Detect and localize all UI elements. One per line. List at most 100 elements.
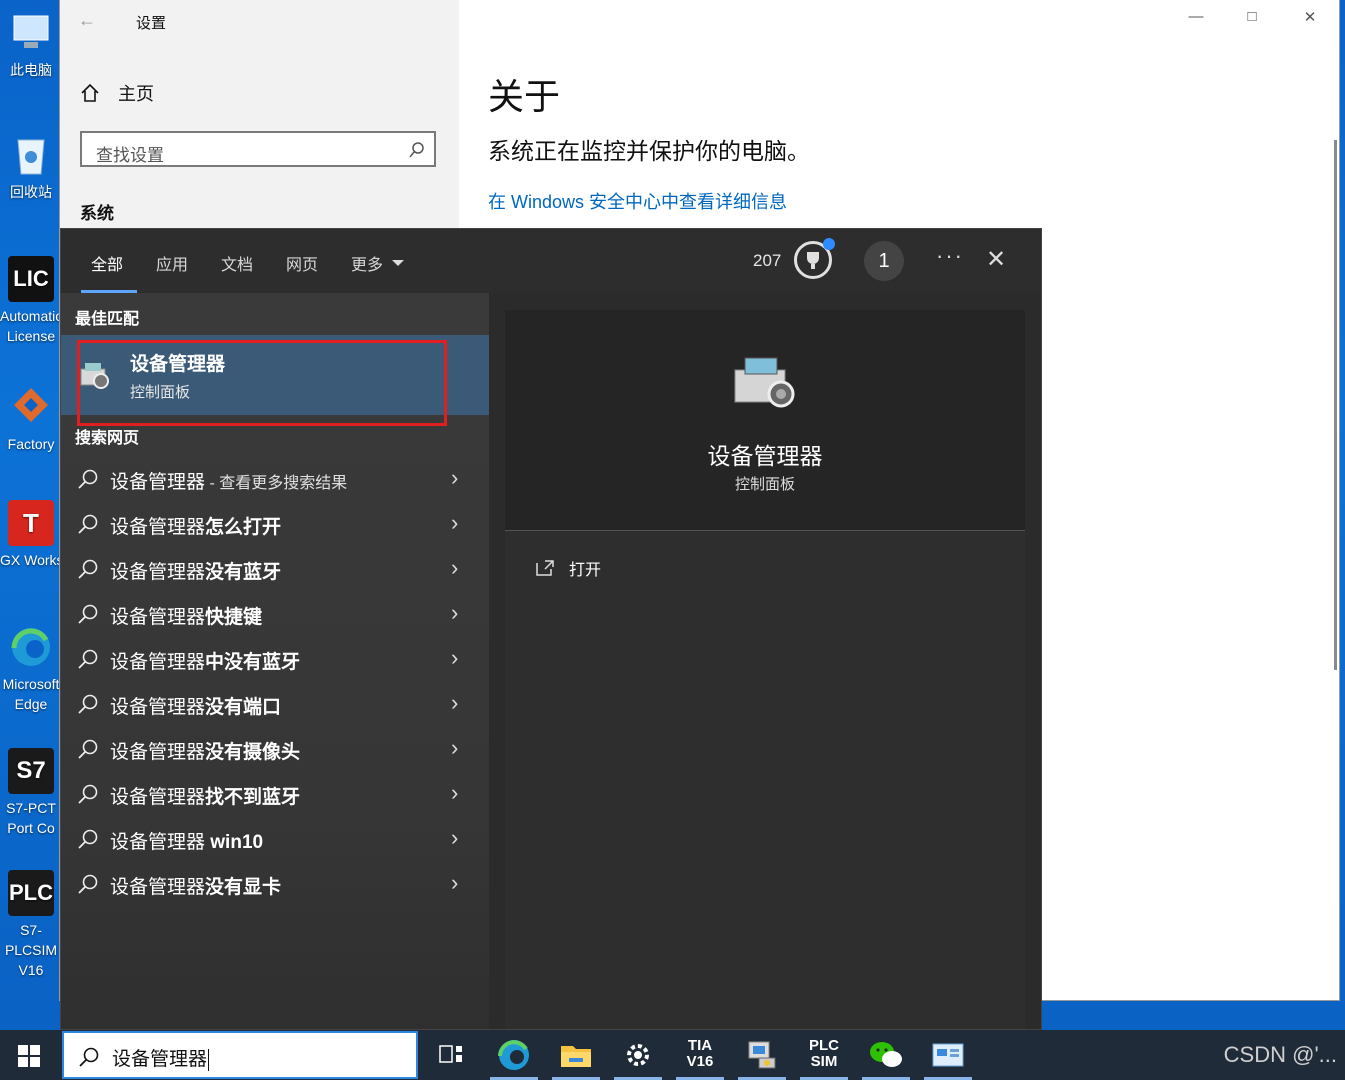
- close-icon[interactable]: ✕: [986, 245, 1006, 274]
- desktop-icon-recycle-bin[interactable]: 回收站: [0, 132, 62, 202]
- chevron-right-icon[interactable]: ›: [451, 780, 458, 806]
- file-explorer-icon[interactable]: [552, 1034, 600, 1080]
- chevron-right-icon[interactable]: ›: [451, 825, 458, 851]
- more-options-icon[interactable]: ···: [936, 243, 964, 269]
- edge-taskbar-icon[interactable]: [490, 1034, 538, 1080]
- tab-web[interactable]: 网页: [286, 251, 318, 275]
- search-icon: [79, 1047, 99, 1067]
- back-arrow-icon[interactable]: ←: [78, 10, 100, 32]
- security-center-link[interactable]: 在 Windows 安全中心中查看详细信息: [488, 188, 787, 214]
- tia-portal-icon[interactable]: TIA V16: [676, 1034, 724, 1080]
- web-result-item[interactable]: 设备管理器快捷键 ›: [61, 592, 489, 637]
- chevron-right-icon[interactable]: ›: [451, 735, 458, 761]
- desktop-icon-s7-pct[interactable]: S7 S7-PCT Port Co: [0, 748, 62, 838]
- search-icon: [409, 142, 424, 158]
- search-icon: [78, 874, 98, 894]
- windows-start-icon[interactable]: [18, 1045, 40, 1067]
- web-result-item[interactable]: 设备管理器 - 查看更多搜索结果 ›: [61, 457, 489, 502]
- desktop-icon-this-pc[interactable]: 此电脑: [0, 10, 62, 80]
- red-highlight-annotation: [77, 340, 447, 426]
- web-result-text: 设备管理器找不到蓝牙: [110, 782, 300, 809]
- web-result-prefix: 设备管理器: [110, 877, 206, 898]
- preview-category: 控制面板: [734, 476, 795, 493]
- web-result-item[interactable]: 设备管理器没有显卡 ›: [61, 862, 489, 907]
- find-setting-input[interactable]: 查找设置: [80, 131, 436, 167]
- web-result-text: 设备管理器怎么打开: [110, 512, 281, 539]
- this-pc-icon: [8, 10, 54, 56]
- taskbar: 设备管理器 TIA V16 PLC SIM CSDN @'...: [0, 1030, 1345, 1080]
- web-result-item[interactable]: 设备管理器 win10 ›: [61, 817, 489, 862]
- close-window-icon[interactable]: ✕: [1290, 8, 1330, 32]
- chevron-right-icon[interactable]: ›: [451, 690, 458, 716]
- web-result-suffix: 没有蓝牙: [205, 562, 282, 583]
- open-action[interactable]: 打开: [535, 556, 601, 580]
- rewards-points: 207: [753, 251, 782, 270]
- minimize-icon[interactable]: —: [1176, 8, 1216, 32]
- web-result-item[interactable]: 设备管理器没有端口 ›: [61, 682, 489, 727]
- settings-icon[interactable]: [614, 1034, 662, 1080]
- wechat-icon[interactable]: [862, 1034, 910, 1080]
- maximize-icon[interactable]: □: [1232, 8, 1272, 32]
- search-query-text: 设备管理器: [112, 1049, 208, 1070]
- control-panel-icon[interactable]: [924, 1034, 972, 1080]
- tab-more[interactable]: 更多: [351, 251, 405, 275]
- web-result-suffix: win10: [210, 832, 264, 853]
- tab-documents[interactable]: 文档: [221, 251, 253, 275]
- web-result-suffix: 怎么打开: [205, 517, 282, 538]
- web-result-text: 设备管理器没有蓝牙: [110, 557, 281, 584]
- tab-all[interactable]: 全部: [91, 251, 123, 275]
- tab-apps[interactable]: 应用: [156, 251, 188, 275]
- notification-dot: [823, 238, 835, 250]
- nav-section-system: 系统: [80, 204, 114, 223]
- settings-nav-pane: [60, 0, 459, 230]
- web-result-text: 设备管理器中没有蓝牙: [110, 647, 300, 674]
- chevron-right-icon[interactable]: ›: [451, 465, 458, 491]
- page-title: 关于: [488, 76, 561, 117]
- task-view-icon[interactable]: [428, 1034, 476, 1076]
- web-result-text: 设备管理器没有端口: [110, 692, 281, 719]
- web-result-text: 设备管理器没有摄像头: [110, 737, 300, 764]
- open-action-label: 打开: [569, 562, 602, 579]
- web-result-prefix: 设备管理器: [110, 697, 206, 718]
- taskbar-search-query: 设备管理器: [112, 1044, 210, 1071]
- device-manager-taskbar-icon[interactable]: [738, 1034, 786, 1080]
- rewards-trophy-icon[interactable]: [794, 238, 835, 279]
- best-match-heading: 最佳匹配: [75, 311, 140, 328]
- desktop-icon-automation-license[interactable]: LIC Automation License: [0, 256, 62, 346]
- search-icon: [78, 559, 98, 579]
- nav-home-label: 主页: [118, 84, 154, 104]
- web-result-prefix: 设备管理器: [110, 562, 206, 583]
- web-result-item[interactable]: 设备管理器中没有蓝牙 ›: [61, 637, 489, 682]
- desktop-icon-factory[interactable]: Factory: [0, 384, 62, 454]
- web-result-item[interactable]: 设备管理器没有蓝牙 ›: [61, 547, 489, 592]
- web-result-prefix: 设备管理器: [110, 472, 206, 493]
- taskbar-search-input[interactable]: 设备管理器: [62, 1031, 418, 1079]
- web-result-item[interactable]: 设备管理器找不到蓝牙 ›: [61, 772, 489, 817]
- chevron-right-icon[interactable]: ›: [451, 600, 458, 626]
- web-result-text: 设备管理器快捷键: [110, 602, 262, 629]
- web-result-item[interactable]: 设备管理器没有摄像头 ›: [61, 727, 489, 772]
- desktop-icon-gx-works[interactable]: T GX Works: [0, 500, 62, 570]
- desktop-icon-plcsim[interactable]: PLC S7-PLCSIM V16: [0, 870, 62, 980]
- security-status-text: 系统正在监控并保护你的电脑。: [488, 138, 810, 164]
- s7-pct-icon: S7: [8, 748, 54, 794]
- chevron-right-icon[interactable]: ›: [451, 870, 458, 896]
- plcsim-taskbar-icon[interactable]: PLC SIM: [800, 1034, 848, 1080]
- chevron-right-icon[interactable]: ›: [451, 510, 458, 536]
- web-result-item[interactable]: 设备管理器怎么打开 ›: [61, 502, 489, 547]
- tab-more-label: 更多: [351, 257, 384, 274]
- scrollbar[interactable]: [1334, 140, 1337, 670]
- chevron-right-icon[interactable]: ›: [451, 555, 458, 581]
- web-result-text: 设备管理器 - 查看更多搜索结果: [110, 467, 347, 494]
- web-result-suffix: 中没有蓝牙: [205, 652, 301, 673]
- web-result-suffix: 没有端口: [205, 697, 282, 718]
- nav-home[interactable]: 主页: [80, 80, 154, 106]
- search-icon: [78, 604, 98, 624]
- avatar[interactable]: 1: [864, 241, 904, 281]
- chevron-right-icon[interactable]: ›: [451, 645, 458, 671]
- desktop-icon-edge[interactable]: Microsoft Edge: [0, 624, 62, 714]
- search-icon: [78, 694, 98, 714]
- web-result-suffix: 没有显卡: [205, 877, 282, 898]
- preview-header: 设备管理器 控制面板: [505, 310, 1025, 531]
- search-icon: [78, 829, 98, 849]
